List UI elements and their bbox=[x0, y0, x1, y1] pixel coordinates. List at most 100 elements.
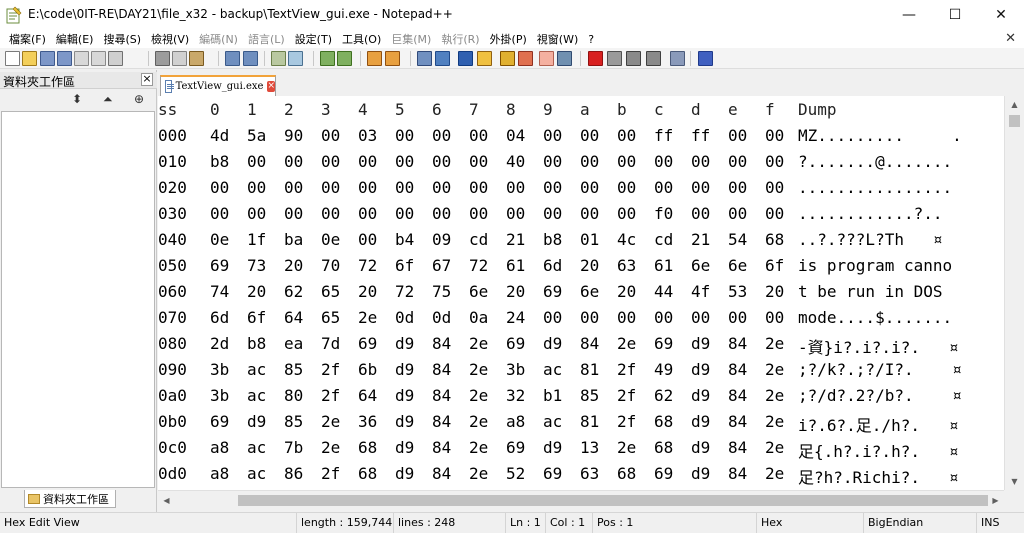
hex-byte[interactable]: 00 bbox=[543, 308, 562, 327]
menu-item-5[interactable]: 語言(L) bbox=[243, 31, 290, 47]
hex-byte[interactable]: 68 bbox=[654, 438, 673, 457]
indent-guide-icon[interactable] bbox=[458, 51, 473, 66]
hex-byte[interactable]: 84 bbox=[432, 412, 451, 431]
hex-byte[interactable]: 2f bbox=[321, 360, 340, 379]
hex-byte[interactable]: 1f bbox=[247, 230, 266, 249]
hex-byte[interactable]: 6d bbox=[543, 256, 562, 275]
hex-byte[interactable]: d9 bbox=[691, 412, 710, 431]
hex-byte[interactable]: d9 bbox=[691, 360, 710, 379]
hex-dump-text[interactable]: 足?h?.Richi?. ¤ bbox=[798, 464, 959, 488]
hex-byte[interactable]: 64 bbox=[284, 308, 303, 327]
save-all-icon[interactable] bbox=[57, 51, 72, 66]
doc-map-icon[interactable] bbox=[477, 51, 492, 66]
hex-byte[interactable]: 6d bbox=[210, 308, 229, 327]
hex-dump-text[interactable]: MZ......... . bbox=[798, 126, 962, 145]
hex-byte[interactable]: d9 bbox=[395, 386, 414, 405]
hex-row[interactable]: 0a0 3b ac 80 2f 64 d9 84 2e 32 b1 85 2f 62 d9 84 2e ;?/d?… bbox=[158, 383, 1004, 409]
menu-item-2[interactable]: 搜尋(S) bbox=[98, 31, 146, 47]
menu-item-3[interactable]: 檢視(V) bbox=[146, 31, 194, 47]
hex-byte[interactable]: 36 bbox=[358, 412, 377, 431]
paste-icon[interactable] bbox=[189, 51, 204, 66]
hex-byte[interactable]: 21 bbox=[691, 230, 710, 249]
hex-byte[interactable]: 04 bbox=[506, 126, 525, 145]
show-all-chars-icon[interactable] bbox=[435, 51, 450, 66]
hex-byte[interactable]: 00 bbox=[580, 152, 599, 171]
save-icon[interactable] bbox=[40, 51, 55, 66]
hex-byte[interactable]: 00 bbox=[691, 178, 710, 197]
hex-byte[interactable]: a8 bbox=[210, 464, 229, 483]
hex-byte[interactable]: 00 bbox=[469, 204, 488, 223]
hex-byte[interactable]: cd bbox=[654, 230, 673, 249]
hex-byte[interactable]: 20 bbox=[765, 282, 784, 301]
hex-byte[interactable]: 2e bbox=[469, 464, 488, 483]
hex-byte[interactable]: 84 bbox=[432, 386, 451, 405]
hex-byte[interactable]: ac bbox=[543, 360, 562, 379]
hex-byte[interactable]: 00 bbox=[654, 308, 673, 327]
hex-byte[interactable]: 20 bbox=[284, 256, 303, 275]
hex-byte[interactable]: b8 bbox=[247, 334, 266, 353]
hex-byte[interactable]: ea bbox=[284, 334, 303, 353]
hex-byte[interactable]: 84 bbox=[432, 438, 451, 457]
hex-byte[interactable]: 20 bbox=[617, 282, 636, 301]
hex-byte[interactable]: 72 bbox=[469, 256, 488, 275]
hex-byte[interactable]: 2e bbox=[765, 386, 784, 405]
hex-byte[interactable]: 6f bbox=[765, 256, 784, 275]
hex-byte[interactable]: 2e bbox=[617, 334, 636, 353]
menu-item-0[interactable]: 檔案(F) bbox=[4, 31, 51, 47]
hex-byte[interactable]: 44 bbox=[654, 282, 673, 301]
hex-byte[interactable]: 6e bbox=[469, 282, 488, 301]
hex-byte[interactable]: 00 bbox=[210, 204, 229, 223]
hex-byte[interactable]: 84 bbox=[728, 334, 747, 353]
sync-horizontal-icon[interactable] bbox=[385, 51, 400, 66]
hex-byte[interactable]: 2f bbox=[321, 386, 340, 405]
cut-icon[interactable] bbox=[155, 51, 170, 66]
hex-byte[interactable]: 69 bbox=[210, 256, 229, 275]
document-tab[interactable]: TextView_gui.exe × bbox=[160, 75, 276, 96]
hex-byte[interactable]: 84 bbox=[728, 412, 747, 431]
panel-close-icon[interactable]: × bbox=[141, 73, 153, 86]
hex-byte[interactable]: d9 bbox=[691, 464, 710, 483]
hex-byte[interactable]: 6e bbox=[580, 282, 599, 301]
hex-byte[interactable]: 00 bbox=[617, 204, 636, 223]
zoom-out-icon[interactable] bbox=[337, 51, 352, 66]
hex-byte[interactable]: 00 bbox=[580, 178, 599, 197]
hex-byte[interactable]: 69 bbox=[506, 438, 525, 457]
hex-byte[interactable]: 00 bbox=[358, 152, 377, 171]
hex-row[interactable]: 0b0 69 d9 85 2e 36 d9 84 2e a8 ac 81 2f 68 d9 84 2e i?.6?… bbox=[158, 409, 1004, 435]
hex-byte[interactable]: 00 bbox=[654, 152, 673, 171]
hex-byte[interactable]: 6f bbox=[395, 256, 414, 275]
hex-byte[interactable]: 00 bbox=[395, 204, 414, 223]
hex-byte[interactable]: 00 bbox=[543, 152, 562, 171]
new-file-icon[interactable] bbox=[5, 51, 20, 66]
hex-byte[interactable]: 62 bbox=[654, 386, 673, 405]
hex-byte[interactable]: 2d bbox=[210, 334, 229, 353]
hex-byte[interactable]: 6b bbox=[358, 360, 377, 379]
hex-dump-text[interactable]: ;?/k?.;?/I?. ¤ bbox=[798, 360, 962, 379]
hex-byte[interactable]: 2e bbox=[469, 334, 488, 353]
hex-byte[interactable]: 6e bbox=[728, 256, 747, 275]
record-macro-icon[interactable] bbox=[588, 51, 603, 66]
copy-icon[interactable] bbox=[172, 51, 187, 66]
hex-row[interactable]: 0c0 a8 ac 7b 2e 68 d9 84 2e 69 d9 13 2e 68 d9 84 2e 足{.h?… bbox=[158, 435, 1004, 461]
hex-byte[interactable]: 68 bbox=[617, 464, 636, 483]
hex-byte[interactable]: b1 bbox=[543, 386, 562, 405]
hex-byte[interactable]: 00 bbox=[284, 204, 303, 223]
hex-byte[interactable]: 00 bbox=[617, 178, 636, 197]
hex-row[interactable]: 010 b8 00 00 00 00 00 00 00 40 00 00 00 00 00 00 00?....… bbox=[158, 149, 1004, 175]
hex-byte[interactable]: 2e bbox=[765, 464, 784, 483]
hex-byte[interactable]: 3b bbox=[210, 360, 229, 379]
scroll-down-icon[interactable]: ▼ bbox=[1005, 473, 1024, 490]
hex-byte[interactable]: 65 bbox=[321, 282, 340, 301]
hex-byte[interactable]: 3b bbox=[210, 386, 229, 405]
hex-byte[interactable]: 00 bbox=[543, 126, 562, 145]
hex-byte[interactable]: 68 bbox=[654, 412, 673, 431]
hex-byte[interactable]: 01 bbox=[580, 230, 599, 249]
hex-dump-text[interactable]: ............?.. bbox=[798, 204, 943, 223]
hex-dump-text[interactable]: -資}i?.i?.i?. ¤ bbox=[798, 334, 959, 358]
hex-byte[interactable]: 68 bbox=[358, 464, 377, 483]
hex-byte[interactable]: 84 bbox=[728, 464, 747, 483]
print-icon[interactable] bbox=[108, 51, 123, 66]
hex-byte[interactable]: f0 bbox=[654, 204, 673, 223]
hex-byte[interactable]: 20 bbox=[358, 282, 377, 301]
hex-byte[interactable]: 00 bbox=[580, 126, 599, 145]
